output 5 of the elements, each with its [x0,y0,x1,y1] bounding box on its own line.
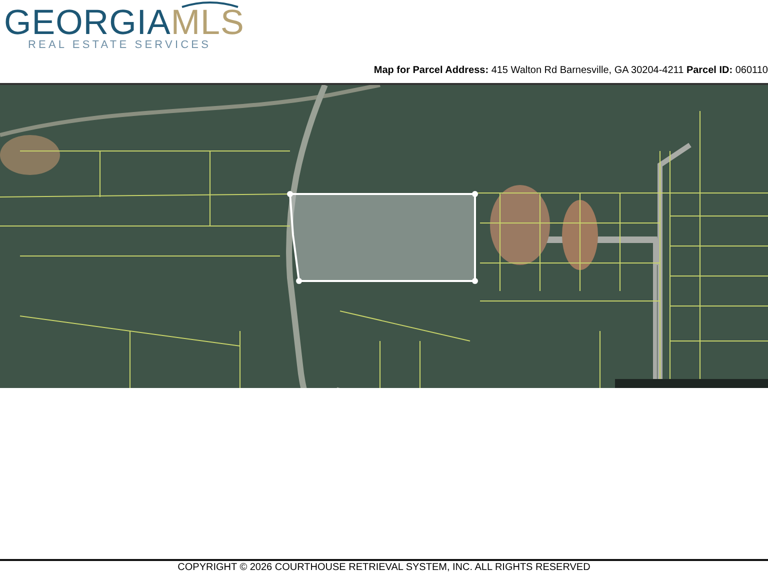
logo-wordmark-suffix: MLS [170,9,244,37]
logo-tagline: REAL ESTATE SERVICES [28,39,212,51]
parcel-address-heading: Map for Parcel Address: 415 Walton Rd Barnesville, GA 30204-4211 Parcel ID: 060110 [374,65,768,78]
logo-wordmark: GEORGIA [4,9,171,37]
copyright-notice: COPYRIGHT © 2026 COURTHOUSE RETRIEVAL SYSTEM, INC. ALL RIGHTS RESERVED [0,559,768,576]
